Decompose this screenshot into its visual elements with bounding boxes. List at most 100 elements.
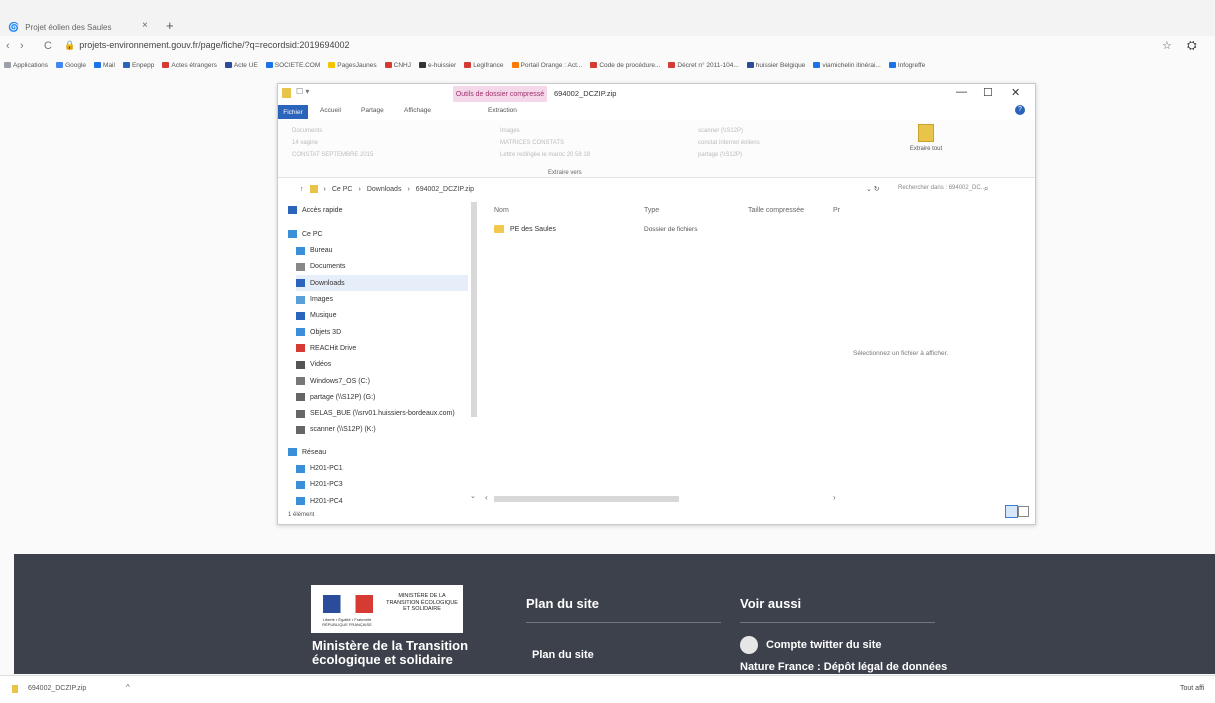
bookmark-item[interactable]: Google [56,58,86,72]
reload-button[interactable]: C [44,40,52,52]
back-button[interactable]: ‹ [6,40,10,52]
download-item[interactable]: 694002_DCZIP.zip [28,685,86,692]
bookmark-item[interactable]: SOCIETE.COM [265,58,320,72]
bookmark-item[interactable]: Décret n° 2011-104... [668,58,739,72]
extract-all-button[interactable]: Extraire tout [906,146,946,153]
nav-item[interactable]: H201-PC3 [296,477,343,493]
large-icons-view-icon[interactable] [1018,506,1029,517]
column-header-name[interactable]: Nom [494,207,509,214]
nav-item[interactable]: Documents [296,259,345,275]
bookmark-item[interactable]: Acte UE [224,58,258,72]
tab-accueil[interactable]: Accueil [320,107,341,114]
nav-item[interactable]: H201-PC4 [296,493,343,509]
bookmark-item[interactable]: huissier Belgique [746,58,805,72]
nav-item[interactable]: REACHit Drive [296,340,356,356]
bookmark-item[interactable]: Mail [94,58,115,72]
refresh-icon[interactable]: ⌄ ↻ [866,185,880,193]
bookmark-item[interactable]: CNHJ [384,58,411,72]
nav-item-icon [296,425,305,434]
tab-partage[interactable]: Partage [361,107,384,114]
file-row[interactable]: PE des Saules [494,225,556,233]
chevron-up-icon[interactable]: ^ [126,683,130,692]
tab-affichage[interactable]: Affichage [404,107,431,114]
ministry-logo[interactable]: Liberté • Égalité • Fraternité RÉPUBLIQU… [311,585,463,633]
column-header-pr[interactable]: Pr [833,207,840,214]
bookmark-item[interactable]: Actes étrangers [162,58,217,72]
nav-item[interactable]: Vidéos [296,357,331,373]
column-header-type[interactable]: Type [644,207,659,214]
breadcrumb[interactable]: ↑ › Ce PC › Downloads › 694002_DCZIP.zip [300,185,474,193]
context-tab-compressed[interactable]: Outils de dossier compressé [453,86,547,102]
nav-item[interactable]: scanner (\\S12P) (K:) [296,422,376,438]
nav-item[interactable]: Windows7_OS (C:) [296,373,370,389]
bookmark-item[interactable]: Code de procédure... [590,58,660,72]
up-arrow-icon[interactable]: ↑ [300,186,304,193]
nav-item[interactable]: Accès rapide [288,202,342,218]
breadcrumb-item[interactable]: Downloads [367,186,402,193]
browser-tab[interactable]: 🌀 Projet éolien des Saules [8,18,158,36]
ribbon-dest[interactable]: constat internet éoliens [698,140,760,146]
ribbon-dest[interactable]: 14 vagine [292,140,318,146]
show-all-downloads-link[interactable]: Tout affi [1180,685,1204,692]
ribbon-dest[interactable]: CONSTAT SEPTEMBRE 2015 [292,152,373,158]
nav-item[interactable]: partage (\\S12P) (G:) [296,389,375,405]
bookmark-label: Actes étrangers [171,61,217,69]
minimize-button[interactable]: — [956,86,967,98]
column-header-size[interactable]: Taille compressée [748,207,804,214]
bookmark-item[interactable]: Enpepp [122,58,154,72]
search-icon[interactable]: ⌕ [984,184,988,194]
ribbon-dest[interactable]: Lettre redirigée le maroc 20 58 18 [500,152,590,158]
extract-all-icon[interactable] [918,124,934,142]
nature-france-link[interactable]: Nature France : Dépôt légal de données [740,661,947,674]
quick-access-toolbar-icon[interactable]: ☐ ▾ [296,87,309,96]
ribbon-dest[interactable]: partage (\\S12P) [698,152,742,158]
nav-item[interactable]: H201-PC1 [296,461,343,477]
nav-item[interactable]: Bureau [296,243,333,259]
scroll-left-icon[interactable]: ‹ [485,493,488,502]
url-field[interactable]: 🔒 projets-environnement.gouv.fr/page/fich… [64,40,349,51]
new-tab-button[interactable]: + [166,18,174,33]
bookmark-star-icon[interactable]: ☆ [1162,39,1172,52]
breadcrumb-item[interactable]: Ce PC [332,186,353,193]
bookmark-item[interactable]: Legifrance [464,58,504,72]
extension-icon[interactable]: ⛭ [1187,38,1197,53]
bookmark-item[interactable]: e-huissier [419,58,456,72]
bookmark-item[interactable]: Portail Orange : Act... [511,58,582,72]
lock-icon: 🔒 [64,40,76,50]
forward-button[interactable]: › [20,40,24,52]
nav-item[interactable]: Réseau [288,444,326,460]
search-input[interactable]: Rechercher dans : 694002_DC... [898,185,986,191]
bookmark-item[interactable]: Applications [4,58,48,72]
nav-item[interactable]: SELAS_BUE (\\srv01.huissiers-bordeaux.co… [296,406,455,422]
maximize-button[interactable]: ☐ [983,86,993,99]
twitter-icon[interactable] [740,636,758,654]
ribbon-dest[interactable]: MATRICES CONSTATS [500,140,564,146]
tab-close-icon[interactable]: × [142,20,148,31]
plan-du-site-link[interactable]: Plan du site [532,649,594,661]
bookmark-item[interactable]: PagesJaunes [328,58,377,72]
ribbon-dest[interactable]: scanner (\\S12P) [698,128,743,134]
nav-item[interactable]: Objets 3D [296,324,341,340]
nav-item-label: REACHit Drive [310,344,357,352]
help-icon[interactable]: ? [1015,105,1025,115]
nav-item-icon [296,262,305,271]
details-view-icon[interactable] [1005,505,1018,518]
twitter-link[interactable]: Compte twitter du site [766,639,882,651]
bookmark-item[interactable]: Infogreffe [888,58,925,72]
breadcrumb-item[interactable]: 694002_DCZIP.zip [416,186,474,193]
bookmark-label: CNHJ [393,61,411,69]
nav-scroll-down-icon[interactable]: ⌄ [470,492,476,500]
horizontal-scrollbar[interactable] [494,496,679,502]
ribbon-dest[interactable]: Images [500,128,520,134]
tab-fichier[interactable]: Fichier [278,105,308,119]
nav-item[interactable]: Images [296,292,333,308]
nav-item[interactable]: Ce PC [288,226,323,242]
tab-extraction[interactable]: Extraction [488,107,517,114]
nav-scrollbar[interactable] [471,202,477,417]
close-button[interactable]: ✕ [1011,86,1020,99]
ribbon-dest[interactable]: Documents [292,128,322,134]
nav-item[interactable]: Downloads [296,275,468,292]
scroll-right-icon[interactable]: › [833,493,836,502]
nav-item[interactable]: Musique [296,308,336,324]
bookmark-item[interactable]: viamichelin itinérai... [813,58,881,72]
